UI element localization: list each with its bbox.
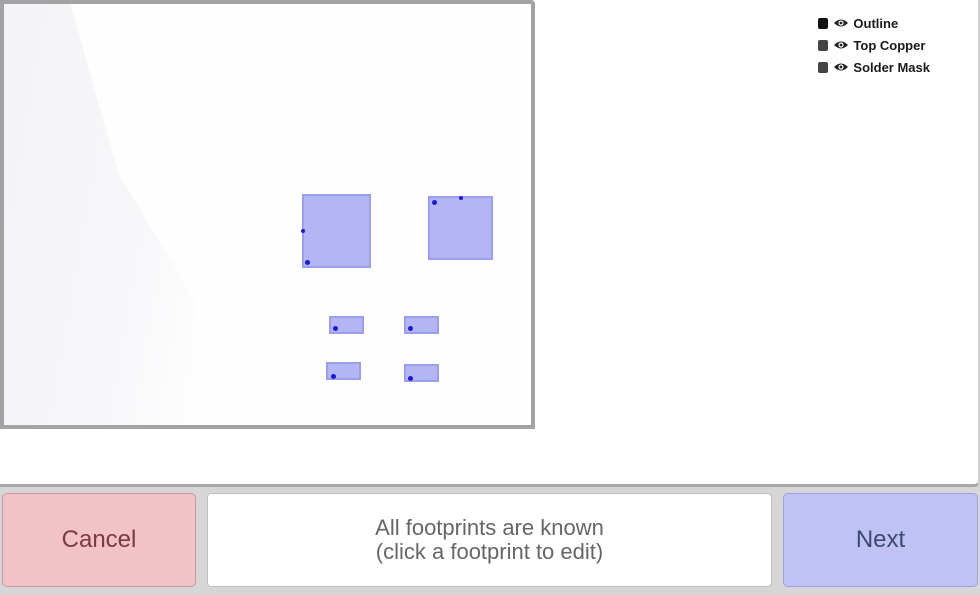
footprint-small-1[interactable] xyxy=(329,316,364,334)
layer-label: Solder Mask xyxy=(853,59,930,75)
layer-color-swatch xyxy=(818,39,829,51)
eye-icon[interactable] xyxy=(833,18,849,28)
cancel-button[interactable]: Cancel xyxy=(2,493,196,587)
pin-marker xyxy=(301,229,305,233)
pcb-workspace: Outline Top Copper Solder Mask xyxy=(0,0,980,487)
layer-toggle-top-copper[interactable]: Top Copper xyxy=(818,34,930,56)
layer-label: Outline xyxy=(853,15,899,31)
next-button[interactable]: Next xyxy=(783,493,978,587)
pin1-marker xyxy=(331,374,336,379)
footprint-large-right[interactable] xyxy=(428,196,493,260)
layer-legend: Outline Top Copper Solder Mask xyxy=(818,12,930,78)
layer-label: Top Copper xyxy=(853,37,926,53)
layer-toggle-solder-mask[interactable]: Solder Mask xyxy=(818,56,930,78)
status-line-primary: All footprints are known xyxy=(375,515,604,540)
eye-icon[interactable] xyxy=(833,62,849,72)
footprint-small-4[interactable] xyxy=(404,364,439,382)
status-line-hint: (click a footprint to edit) xyxy=(375,539,604,564)
pin-marker xyxy=(459,196,463,200)
eye-icon[interactable] xyxy=(833,40,849,50)
pin1-marker xyxy=(432,200,437,205)
layer-color-swatch xyxy=(818,17,829,29)
footprint-small-3[interactable] xyxy=(326,362,361,380)
status-message: All footprints are known (click a footpr… xyxy=(207,493,772,587)
pin1-marker xyxy=(333,326,338,331)
pin1-marker xyxy=(408,326,413,331)
layer-toggle-outline[interactable]: Outline xyxy=(818,12,930,34)
pin1-marker xyxy=(408,376,413,381)
footprint-small-2[interactable] xyxy=(404,316,439,334)
pin1-marker xyxy=(305,260,310,265)
footprint-large-left[interactable] xyxy=(301,194,371,268)
layer-color-swatch xyxy=(818,61,829,73)
